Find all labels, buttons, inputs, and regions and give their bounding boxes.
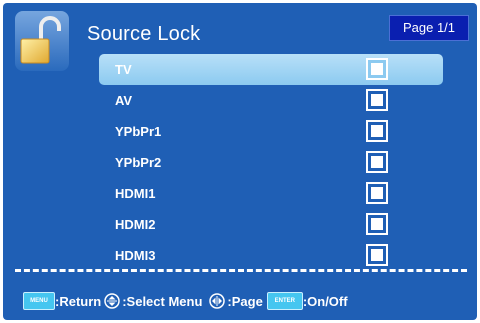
checkbox-checked-mark [371,249,383,261]
source-item-hdmi1[interactable]: HDMI1 [99,178,443,209]
menu-key-icon: MENU [23,292,55,310]
lock-checkbox[interactable] [366,151,388,173]
lock-checkbox[interactable] [366,182,388,204]
source-item-hdmi2[interactable]: HDMI2 [99,209,443,240]
lock-checkbox[interactable] [366,244,388,266]
source-label: HDMI3 [115,248,156,263]
source-item-ypbpr1[interactable]: YPbPr1 [99,116,443,147]
enter-key-icon: ENTER [266,292,303,310]
source-label: YPbPr1 [115,124,162,139]
left-right-arrows-icon [209,293,226,309]
source-item-hdmi3[interactable]: HDMI3 [99,240,443,271]
lock-checkbox[interactable] [366,213,388,235]
on-off-hint: :On/Off [302,293,348,309]
page-hint: :Page [227,293,263,309]
source-list: TV AV YPbPr1 YPbPr2 HDMI1 HDMI2 HDMI3 [99,54,443,271]
checkbox-checked-mark [371,63,383,75]
source-item-tv[interactable]: TV [99,54,443,85]
source-label: YPbPr2 [115,155,162,170]
source-label: HDMI1 [115,186,156,201]
footer-divider [15,269,467,272]
checkbox-checked-mark [371,125,383,137]
page-title: Source Lock [87,23,201,45]
checkbox-checked-mark [371,218,383,230]
checkbox-checked-mark [371,156,383,168]
checkbox-checked-mark [371,94,383,106]
lock-checkbox[interactable] [366,58,388,80]
lock-checkbox[interactable] [366,89,388,111]
source-lock-panel: Source Lock Page 1/1 TV AV YPbPr1 YPbPr2… [3,3,477,320]
source-label: TV [115,62,132,77]
source-item-av[interactable]: AV [99,85,443,116]
key-hint-bar: MENU :Return :Select Menu :Page ENTER :O… [23,289,348,313]
checkbox-checked-mark [371,187,383,199]
source-item-ypbpr2[interactable]: YPbPr2 [99,147,443,178]
select-menu-hint: :Select Menu [122,293,203,309]
up-down-arrows-icon [104,293,120,309]
page-indicator: Page 1/1 [389,15,469,41]
source-label: AV [115,93,133,108]
padlock-open-icon [15,11,69,71]
return-hint: :Return [55,293,102,309]
source-label: HDMI2 [115,217,156,232]
lock-checkbox[interactable] [366,120,388,142]
